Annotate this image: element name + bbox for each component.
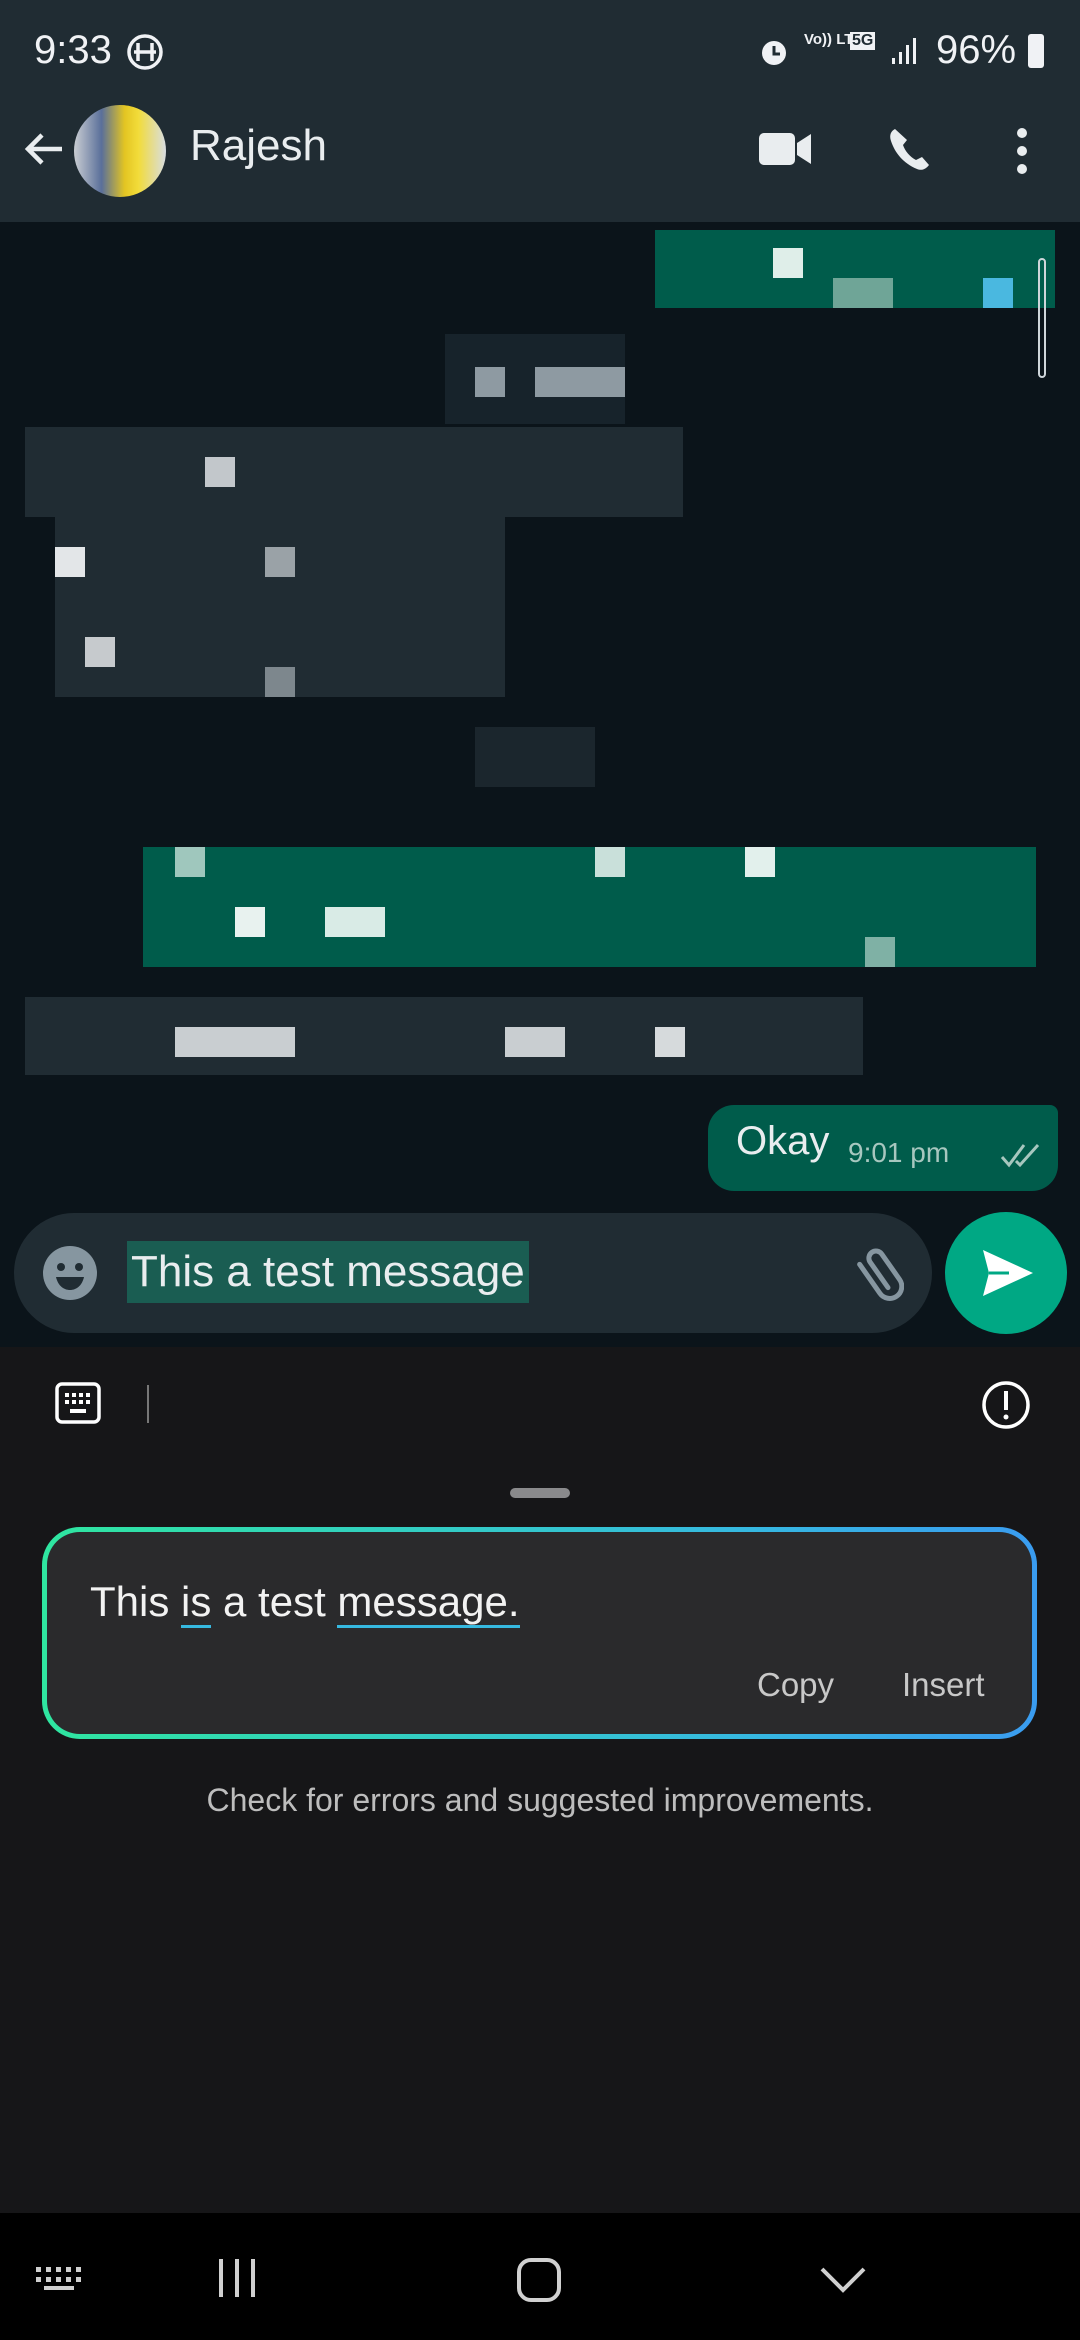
pixel-block <box>595 847 625 877</box>
hotspot-icon <box>127 34 163 70</box>
scrollbar[interactable] <box>1038 258 1046 378</box>
video-call-icon[interactable] <box>757 129 813 169</box>
pixel-block <box>55 547 85 577</box>
pixel-block <box>235 907 265 937</box>
attach-paperclip-icon[interactable] <box>844 1245 904 1305</box>
copy-button[interactable]: Copy <box>757 1666 834 1704</box>
suggestion-segment: a test <box>211 1578 338 1625</box>
pixel-block <box>983 278 1013 308</box>
pixel-block <box>833 278 893 308</box>
pixel-block <box>325 907 385 937</box>
pixel-block <box>265 667 295 697</box>
keyboard-icon[interactable] <box>55 1382 103 1426</box>
pixel-block <box>175 1027 295 1057</box>
more-options-icon[interactable] <box>1012 127 1032 175</box>
keyboard-toggle-icon[interactable] <box>34 2265 86 2293</box>
pixel-block <box>505 1027 565 1057</box>
pixel-block <box>773 248 803 278</box>
chat-header: Rajesh <box>0 105 1080 222</box>
info-alert-icon[interactable] <box>980 1379 1032 1431</box>
contact-name[interactable]: Rajesh <box>190 121 327 171</box>
pixel-block <box>535 367 625 397</box>
suggestion-text: This is a test message. <box>90 1578 520 1628</box>
message-bubble-redacted <box>25 427 683 517</box>
double-check-icon <box>1000 1143 1040 1168</box>
message-time: 9:01 pm <box>848 1137 950 1168</box>
insert-button[interactable]: Insert <box>902 1666 985 1704</box>
pixel-block <box>85 637 115 667</box>
pixel-block <box>655 1027 685 1057</box>
send-button[interactable] <box>945 1212 1067 1334</box>
pixel-block <box>175 847 205 877</box>
alarm-icon <box>762 41 786 65</box>
status-bar: 9:33 Vo)) LTE 5G 96% <box>0 0 1080 105</box>
writing-suggestion-card: This is a test message. Copy Insert <box>42 1527 1037 1739</box>
pixel-block <box>205 457 235 487</box>
recent-apps-icon[interactable] <box>215 2257 259 2299</box>
pixel-block <box>475 727 595 787</box>
battery-percent: 96% <box>936 28 1017 72</box>
chat-messages-area[interactable]: Okay 9:01 pm <box>0 222 1080 1347</box>
back-arrow-icon[interactable] <box>20 125 68 173</box>
home-icon[interactable] <box>516 2257 562 2303</box>
signal-icon <box>892 38 916 64</box>
drag-handle[interactable] <box>510 1488 570 1498</box>
pixel-block <box>745 847 775 877</box>
system-navigation-bar <box>0 2213 1080 2340</box>
send-icon <box>983 1250 1033 1296</box>
toolbar-divider <box>147 1385 149 1423</box>
pixel-block <box>265 547 295 577</box>
pixel-block <box>865 937 895 967</box>
message-text: Okay <box>736 1119 830 1163</box>
message-bubble-outgoing[interactable]: Okay 9:01 pm <box>708 1105 1058 1191</box>
contact-avatar[interactable] <box>74 105 166 197</box>
message-input[interactable]: This a test message <box>127 1241 529 1303</box>
suggestion-correction: is <box>181 1578 212 1628</box>
keyboard-panel <box>0 1347 1080 2213</box>
emoji-icon[interactable] <box>42 1245 98 1301</box>
message-input-bar[interactable]: This a test message <box>14 1213 932 1333</box>
suggestion-correction: message. <box>337 1578 520 1628</box>
pixel-block <box>475 367 505 397</box>
voice-call-icon[interactable] <box>885 125 935 175</box>
status-time: 9:33 <box>34 28 112 72</box>
writing-assist-hint: Check for errors and suggested improveme… <box>206 1782 874 1818</box>
suggestion-segment: This <box>90 1578 182 1625</box>
battery-icon <box>1028 34 1044 68</box>
hide-keyboard-chevron-icon[interactable] <box>818 2265 868 2295</box>
message-bubble-redacted <box>143 847 1036 967</box>
message-bubble-redacted <box>25 997 863 1075</box>
network-type: 5G <box>850 32 876 50</box>
